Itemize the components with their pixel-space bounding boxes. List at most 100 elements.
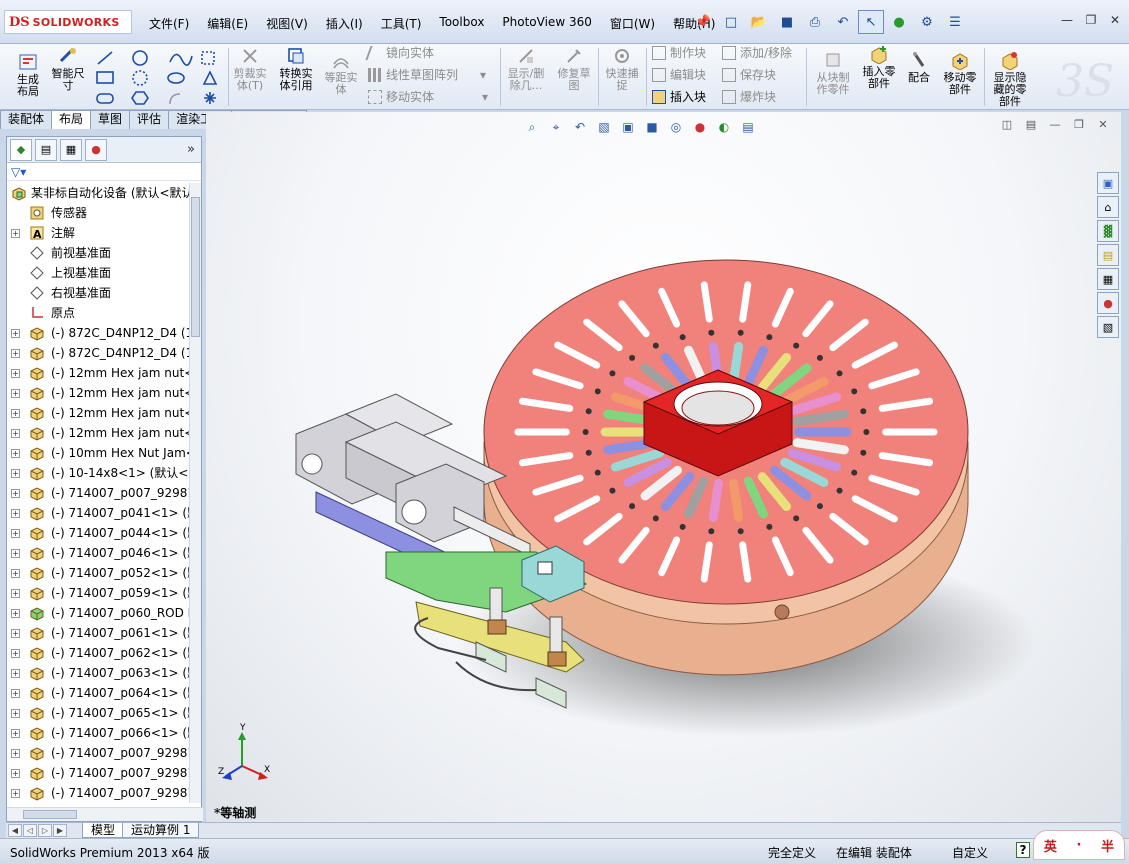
tab-command-manager[interactable]: 装配体 xyxy=(0,110,53,129)
custom-properties-icon[interactable]: ▧ xyxy=(1097,316,1119,338)
prev-tab-icon[interactable]: ◁ xyxy=(23,824,37,837)
tree-item[interactable]: + (-) 714007_p007_92981/ xyxy=(7,483,191,503)
next-tab-icon[interactable]: ▷ xyxy=(38,824,52,837)
tab-motion-study[interactable]: 运动算例 1 xyxy=(122,823,200,838)
tree-item[interactable]: + (-) 714007_p066<1> (默 xyxy=(7,723,191,743)
ime-punctuation[interactable]: · xyxy=(1077,838,1082,853)
tree-item[interactable]: + (-) 12mm Hex jam nut< xyxy=(7,403,191,423)
tree-item[interactable]: + (-) 714007_p007_92981/ xyxy=(7,743,191,763)
scrollbar-thumb[interactable] xyxy=(191,197,200,337)
tree-item[interactable]: 上视基准面 xyxy=(7,263,191,283)
expand-icon[interactable]: + xyxy=(11,749,20,758)
units-selector[interactable]: 自定义 xyxy=(952,844,988,861)
expand-icon[interactable]: + xyxy=(11,769,20,778)
expand-icon[interactable]: + xyxy=(11,729,20,738)
tree-item[interactable]: + (-) 10-14x8<1> (默认<< xyxy=(7,463,191,483)
add-remove-button[interactable]: 添加/移除 xyxy=(722,44,792,61)
tree-item[interactable]: + (-) 714007_p046<1> (默 xyxy=(7,543,191,563)
expand-icon[interactable]: + xyxy=(11,569,20,578)
rotary-disc[interactable] xyxy=(483,259,969,676)
expand-icon[interactable]: + xyxy=(11,389,20,398)
expand-icon[interactable]: + xyxy=(11,349,20,358)
expand-icon[interactable]: + xyxy=(11,669,20,678)
tree-item[interactable]: + (-) 714007_p052<1> (默 xyxy=(7,563,191,583)
tree-item[interactable]: + (-) 714007_p041<1> (默 xyxy=(7,503,191,523)
convert-entities-button[interactable]: 转换实 体引用 xyxy=(274,46,318,92)
offset-entities-button[interactable]: 等距实 体 xyxy=(320,50,362,96)
sketch-entities-grid[interactable] xyxy=(94,48,226,108)
tab-model[interactable]: 模型 xyxy=(82,823,125,838)
expand-icon[interactable]: + xyxy=(11,789,20,798)
tree-item[interactable]: 传感器 xyxy=(7,203,191,223)
save-icon[interactable]: ■ xyxy=(774,10,800,34)
insert-block-button[interactable]: 插入块 xyxy=(652,88,706,105)
open-folder-icon[interactable]: 📂 xyxy=(746,10,772,34)
home-icon[interactable]: ⌂ xyxy=(1097,196,1119,218)
last-tab-icon[interactable]: ▶ xyxy=(53,824,67,837)
chevron-right-icon[interactable]: » xyxy=(187,142,195,157)
expand-icon[interactable]: + xyxy=(11,629,20,638)
new-document-icon[interactable]: □ xyxy=(718,10,744,34)
expand-icon[interactable]: + xyxy=(11,369,20,378)
tree-item[interactable]: + (-) 10mm Hex Nut Jam< xyxy=(7,443,191,463)
expand-icon[interactable]: + xyxy=(11,529,20,538)
view-palette-icon[interactable]: ▦ xyxy=(1097,268,1119,290)
expand-icon[interactable]: + xyxy=(11,329,20,338)
tree-item[interactable]: + (-) 714007_p059<1> (默 xyxy=(7,583,191,603)
menu-item[interactable]: 文件(F) xyxy=(140,13,198,34)
help-icon[interactable]: ? xyxy=(1016,842,1030,858)
tree-horizontal-scrollbar[interactable] xyxy=(7,807,203,821)
save-block-button[interactable]: 保存块 xyxy=(722,66,776,83)
expand-icon[interactable]: + xyxy=(11,709,20,718)
tab-command-manager[interactable]: 评估 xyxy=(129,110,170,129)
expand-icon[interactable]: + xyxy=(11,409,20,418)
list-icon[interactable]: ☰ xyxy=(942,10,968,34)
solidworks-logo[interactable]: DS SOLIDWORKS xyxy=(4,10,132,34)
tree-root-assembly[interactable]: 某非标自动化设备 (默认<默认 xyxy=(7,183,191,203)
undo-icon[interactable]: ↶ xyxy=(830,10,856,34)
edit-block-button[interactable]: 编辑块 xyxy=(652,66,706,83)
make-block-button[interactable]: 制作块 xyxy=(652,44,706,61)
tree-item[interactable]: + (-) 714007_p060_ROD E xyxy=(7,603,191,623)
chevron-down-icon[interactable]: ▾ xyxy=(480,68,486,82)
options-icon[interactable]: ⚙ xyxy=(914,10,940,34)
configuration-manager-tab-icon[interactable]: ▦ xyxy=(60,138,82,161)
design-library-icon[interactable]: ▓ xyxy=(1097,220,1119,242)
tree-item[interactable]: + (-) 872C_D4NP12_D4 (1 xyxy=(7,323,191,343)
repair-sketch-button[interactable]: 修复草 图 xyxy=(554,46,594,92)
ime-width[interactable]: 半 xyxy=(1101,836,1114,855)
tree-item[interactable]: + (-) 714007_p064<1> (默 xyxy=(7,683,191,703)
chevron-down-icon[interactable]: ▾ xyxy=(482,90,488,104)
tree-item[interactable]: 原点 xyxy=(7,303,191,323)
menu-item[interactable]: Toolbox xyxy=(430,13,493,34)
expand-icon[interactable]: + xyxy=(11,229,20,238)
expand-icon[interactable]: + xyxy=(11,649,20,658)
appearances-icon[interactable]: ● xyxy=(1097,292,1119,314)
close-icon[interactable]: ✕ xyxy=(1107,12,1123,28)
explode-block-button[interactable]: 爆炸块 xyxy=(722,88,776,105)
pin-icon[interactable]: 📌 xyxy=(690,10,716,34)
tree-item[interactable]: + (-) 12mm Hex jam nut< xyxy=(7,383,191,403)
menu-item[interactable]: 视图(V) xyxy=(257,13,317,34)
menu-item[interactable]: 工具(T) xyxy=(372,13,431,34)
expand-icon[interactable]: + xyxy=(11,429,20,438)
menu-item[interactable]: 插入(I) xyxy=(317,13,372,34)
expand-icon[interactable]: + xyxy=(11,689,20,698)
insert-part-button[interactable]: 插入零 部件 xyxy=(858,44,900,90)
expand-icon[interactable]: + xyxy=(11,469,20,478)
file-explorer-icon[interactable]: ▤ xyxy=(1097,244,1119,266)
ime-language[interactable]: 英 xyxy=(1044,836,1057,855)
graphics-area[interactable]: ⌕ ⌖ ↶ ▧ ▣ ■ ◎ ● ◐ ▤ ◫ ▤ — ❐ ✕ Y X Z *等轴测 xyxy=(206,112,1121,822)
tree-item[interactable]: + (-) 12mm Hex jam nut< xyxy=(7,423,191,443)
ime-toolbar[interactable]: 英 · 半 xyxy=(1033,830,1125,860)
scrollbar-thumb[interactable] xyxy=(23,810,77,819)
select-arrow-icon[interactable]: ↖ xyxy=(858,10,884,34)
quick-snaps-button[interactable]: 快速捕 捉 xyxy=(602,46,642,92)
move-entities-button[interactable]: 移动实体 ▾ xyxy=(368,88,488,105)
expand-icon[interactable]: + xyxy=(11,589,20,598)
menu-item[interactable]: PhotoView 360 xyxy=(493,13,600,34)
filter-icon[interactable]: ▽▾ xyxy=(7,163,201,181)
tab-command-manager[interactable]: 草图 xyxy=(90,110,131,129)
expand-icon[interactable]: + xyxy=(11,449,20,458)
tree-item[interactable]: + (-) 714007_p063<1> (默 xyxy=(7,663,191,683)
